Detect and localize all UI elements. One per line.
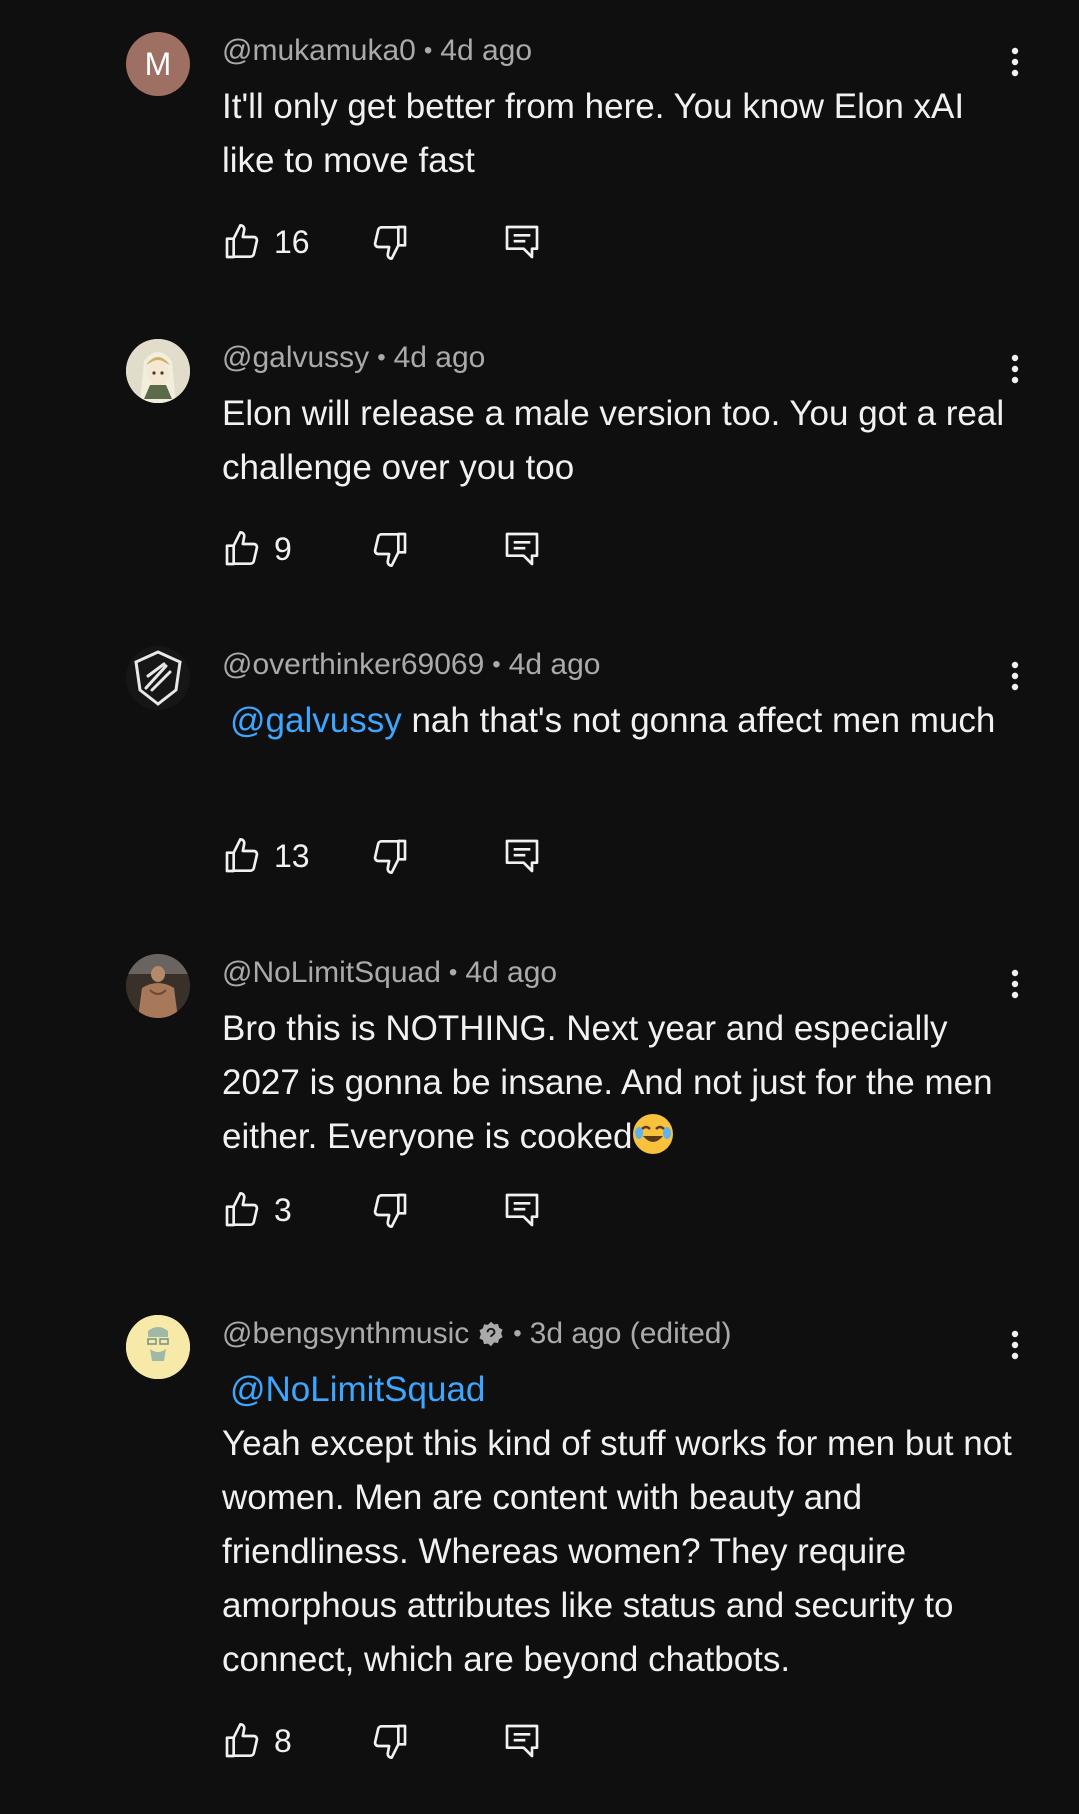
thumbs-up-icon bbox=[225, 1723, 259, 1758]
comment-author[interactable]: @overthinker69069 bbox=[222, 648, 484, 682]
dislike-button[interactable] bbox=[370, 1190, 410, 1230]
more-vert-icon bbox=[1011, 661, 1019, 691]
reply-button[interactable] bbox=[502, 836, 542, 876]
more-options-button[interactable] bbox=[1000, 349, 1030, 389]
reply-icon bbox=[505, 532, 539, 566]
comment-author[interactable]: @bengsynthmusic bbox=[222, 1317, 469, 1351]
dislike-button[interactable] bbox=[370, 1721, 410, 1761]
thumbs-up-icon bbox=[225, 838, 259, 873]
like-count: 9 bbox=[274, 530, 292, 567]
more-options-button[interactable] bbox=[1000, 656, 1030, 696]
laughing-emoji-icon bbox=[632, 1114, 673, 1154]
like-count: 13 bbox=[274, 837, 310, 874]
thumbs-up-icon bbox=[225, 224, 259, 259]
avatar-image bbox=[126, 954, 190, 1018]
avatar[interactable] bbox=[126, 339, 190, 403]
comment-meta: @galvussy • 4d ago bbox=[222, 341, 485, 375]
thumbs-down-icon bbox=[373, 225, 407, 260]
avatar[interactable] bbox=[126, 646, 190, 710]
comment-body: Bro this is NOTHING. Next year and espec… bbox=[222, 1009, 993, 1156]
comment-meta: @overthinker69069 • 4d ago bbox=[222, 648, 600, 682]
comment-time[interactable]: 4d ago bbox=[509, 648, 601, 682]
thumbs-up-icon bbox=[225, 1192, 259, 1227]
comment-text: @galvussy nah that's not gonna affect me… bbox=[222, 694, 1022, 748]
more-vert-icon bbox=[1011, 969, 1019, 999]
verified-icon bbox=[479, 1321, 503, 1347]
mention-link[interactable]: @NoLimitSquad bbox=[230, 1370, 485, 1409]
comment-text: Bro this is NOTHING. Next year and espec… bbox=[222, 1002, 1022, 1164]
more-options-button[interactable] bbox=[1000, 1325, 1030, 1365]
thumbs-down-icon bbox=[373, 1724, 407, 1759]
avatar[interactable] bbox=[126, 954, 190, 1018]
separator-dot: • bbox=[377, 344, 386, 371]
reply-icon bbox=[505, 839, 539, 873]
avatar-letter: M bbox=[144, 45, 172, 82]
separator-dot: • bbox=[448, 959, 458, 986]
comment-author[interactable]: @mukamuka0 bbox=[222, 34, 416, 68]
comment-text: Yeah except this kind of stuff works for… bbox=[222, 1417, 1022, 1687]
reply-icon bbox=[505, 1724, 539, 1758]
comment-time[interactable]: 4d ago bbox=[394, 341, 486, 375]
comment-body: It'll only get better from here. You kno… bbox=[222, 87, 965, 180]
thumbs-down-icon bbox=[373, 532, 407, 567]
reply-icon bbox=[505, 1193, 539, 1227]
more-options-button[interactable] bbox=[1000, 964, 1030, 1004]
like-button[interactable]: 13 bbox=[222, 836, 310, 876]
reply-button[interactable] bbox=[502, 1190, 542, 1230]
avatar-image bbox=[126, 339, 190, 403]
comment-author[interactable]: @galvussy bbox=[222, 341, 369, 375]
like-count: 8 bbox=[274, 1722, 292, 1759]
comment-text: It'll only get better from here. You kno… bbox=[222, 80, 1022, 188]
like-count: 3 bbox=[274, 1191, 292, 1228]
avatar-image bbox=[126, 1315, 190, 1379]
comment-time[interactable]: 4d ago bbox=[465, 956, 557, 990]
thumbs-down-icon bbox=[373, 1193, 407, 1228]
mention-link[interactable]: @galvussy bbox=[230, 701, 402, 740]
comment-body: Yeah except this kind of stuff works for… bbox=[222, 1424, 1012, 1679]
comment-meta: @mukamuka0 • 4d ago bbox=[222, 34, 532, 68]
comment-mention-line: @NoLimitSquad bbox=[222, 1363, 1022, 1417]
dislike-button[interactable] bbox=[370, 529, 410, 569]
dislike-button[interactable] bbox=[370, 222, 410, 262]
like-button[interactable]: 16 bbox=[222, 222, 310, 262]
like-count: 16 bbox=[274, 223, 310, 260]
separator-dot: • bbox=[513, 1320, 522, 1347]
reply-button[interactable] bbox=[502, 222, 542, 262]
avatar-image bbox=[126, 646, 190, 710]
comment-text: Elon will release a male version too. Yo… bbox=[222, 387, 1022, 495]
like-button[interactable]: 9 bbox=[222, 529, 292, 569]
like-button[interactable]: 3 bbox=[222, 1190, 292, 1230]
more-options-button[interactable] bbox=[1000, 42, 1030, 82]
thumbs-down-icon bbox=[373, 839, 407, 874]
more-vert-icon bbox=[1011, 47, 1019, 77]
comment-meta: @bengsynthmusic • 3d ago (edited) bbox=[222, 1317, 731, 1351]
reply-button[interactable] bbox=[502, 529, 542, 569]
comment-body: Elon will release a male version too. Yo… bbox=[222, 394, 1005, 487]
separator-dot: • bbox=[423, 37, 433, 64]
more-vert-icon bbox=[1011, 1330, 1019, 1360]
reply-icon bbox=[505, 225, 539, 259]
dislike-button[interactable] bbox=[370, 836, 410, 876]
comment-meta: @NoLimitSquad • 4d ago bbox=[222, 956, 557, 990]
avatar[interactable]: M bbox=[126, 32, 190, 96]
more-vert-icon bbox=[1011, 354, 1019, 384]
thumbs-up-icon bbox=[225, 531, 259, 566]
comment-author[interactable]: @NoLimitSquad bbox=[222, 956, 441, 990]
reply-button[interactable] bbox=[502, 1721, 542, 1761]
comment-time[interactable]: 4d ago bbox=[440, 34, 532, 68]
comment-body: nah that's not gonna affect men much bbox=[411, 701, 996, 740]
comment-time[interactable]: 3d ago (edited) bbox=[530, 1317, 732, 1351]
like-button[interactable]: 8 bbox=[222, 1721, 292, 1761]
separator-dot: • bbox=[492, 651, 501, 678]
avatar[interactable] bbox=[126, 1315, 190, 1379]
